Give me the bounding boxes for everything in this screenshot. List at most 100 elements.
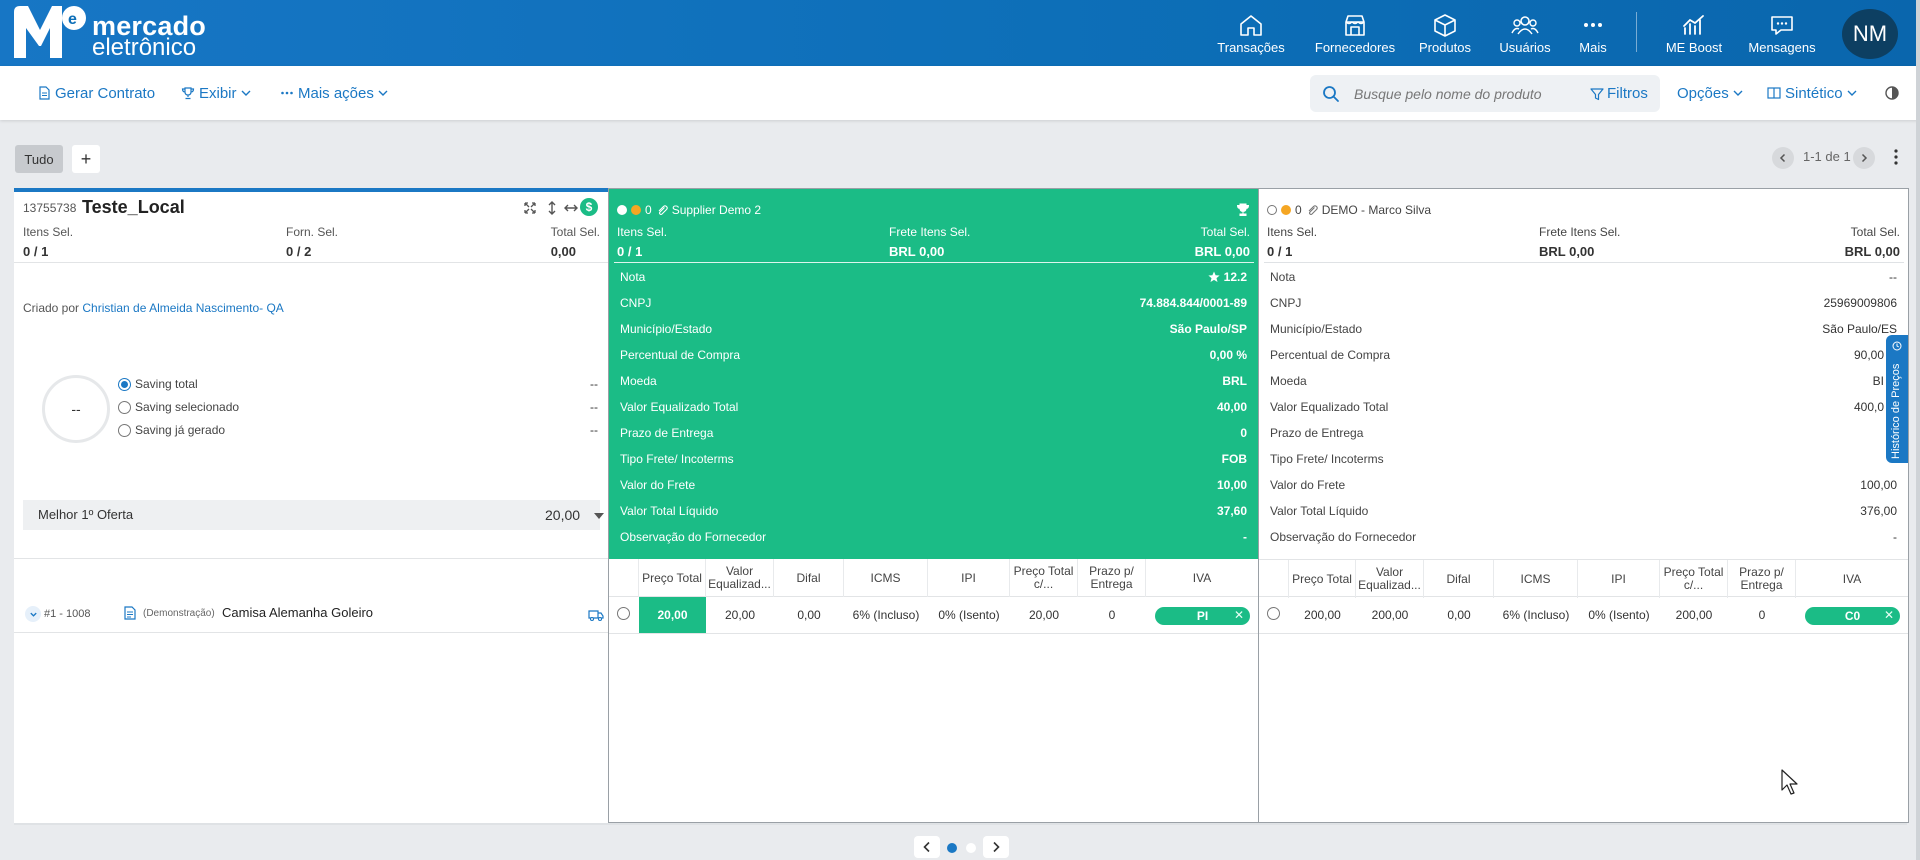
paperclip-icon[interactable] (1306, 204, 1318, 216)
column-header[interactable]: Preço Total c/... (1660, 560, 1728, 598)
chevron-down-icon (378, 90, 388, 96)
column-header[interactable]: Valor Equalizad... (706, 559, 774, 597)
row-select-radio[interactable] (1267, 607, 1280, 620)
nav-separator (1636, 12, 1637, 52)
close-icon[interactable]: ✕ (1234, 608, 1244, 622)
expand-row-icon[interactable] (25, 606, 41, 622)
nav-label: Produtos (1418, 39, 1472, 55)
column-header[interactable]: Valor Equalizad... (1356, 560, 1424, 598)
detail-row-valor-equalizado: Valor Equalizado Total 400,0 (1259, 394, 1908, 420)
detail-row-observacao: Observação do Fornecedor - (1259, 524, 1908, 550)
kebab-menu-icon[interactable] (1893, 147, 1899, 167)
carousel-dot-active[interactable] (947, 843, 957, 853)
column-header[interactable]: Difal (1424, 560, 1494, 598)
star-icon (1208, 271, 1220, 282)
iva-tag[interactable]: C0 ✕ (1805, 607, 1900, 625)
filtros-button[interactable]: Filtros (1590, 75, 1648, 112)
nav-mais[interactable]: Mais (1549, 0, 1637, 66)
row-select-radio[interactable] (617, 607, 630, 620)
saving-option-total[interactable]: Saving total -- (118, 375, 598, 393)
divider (614, 262, 1254, 263)
detail-row-nota: Nota -- (1259, 264, 1908, 290)
nav-mensagens[interactable]: Mensagens (1738, 0, 1826, 66)
saving-option-selecionado[interactable]: Saving selecionado -- (118, 398, 598, 416)
chevron-down-icon (1847, 90, 1857, 96)
saving-option-value: -- (590, 423, 598, 437)
total-sel-label: Total Sel. (550, 225, 600, 239)
melhor-oferta-select[interactable]: Melhor 1º Oferta 20,00 (23, 500, 604, 530)
vertical-resize-icon[interactable] (544, 200, 560, 216)
columns-icon (1767, 87, 1781, 99)
column-header[interactable]: IPI (1578, 560, 1660, 598)
table-row: 200,00 200,00 0,00 6% (Incluso) 0% (Isen… (1259, 597, 1908, 634)
exibir-button[interactable]: Exibir (181, 66, 251, 120)
nav-label: Fornecedores (1314, 39, 1396, 55)
scrollbar[interactable] (1916, 0, 1920, 860)
dollar-icon[interactable]: $ (580, 198, 598, 216)
column-header[interactable]: ICMS (1494, 560, 1578, 598)
saving-total-radio[interactable] (118, 377, 131, 391)
sintetico-button[interactable]: Sintético (1767, 66, 1857, 120)
chevron-left-icon (923, 841, 930, 853)
preco-total-cell[interactable]: 200,00 (1289, 597, 1356, 633)
mais-acoes-button[interactable]: Mais ações (280, 66, 388, 120)
carousel-next-button[interactable] (983, 836, 1009, 858)
horizontal-resize-icon[interactable] (563, 200, 579, 216)
detail-value: 10,00 (1216, 478, 1247, 492)
tab-tudo[interactable]: Tudo (15, 145, 63, 173)
column-header[interactable]: Preço Total c/... (1010, 559, 1078, 597)
search-input[interactable] (1354, 83, 1544, 105)
saving-option-gerado[interactable]: Saving já gerado -- (118, 421, 598, 439)
iva-tag[interactable]: PI ✕ (1155, 607, 1250, 625)
search-box: Filtros (1310, 75, 1660, 112)
column-header-line: Entrega (1740, 578, 1783, 592)
itens-sel-value: 0 / 1 (23, 244, 49, 259)
next-page-button[interactable] (1853, 147, 1875, 169)
column-header[interactable]: IPI (928, 559, 1010, 597)
column-header[interactable]: IVA (1796, 560, 1908, 598)
detail-value: FOB (1221, 452, 1247, 466)
opcoes-button[interactable]: Opções (1677, 66, 1743, 120)
column-header[interactable]: Preço Total (639, 559, 706, 597)
gerar-contrato-button[interactable]: Gerar Contrato (37, 66, 155, 120)
nav-me-boost[interactable]: ME Boost (1650, 0, 1738, 66)
supplier-name[interactable]: Supplier Demo 2 (672, 203, 761, 217)
caret-down-icon (594, 513, 604, 519)
supplier-name[interactable]: DEMO - Marco Silva (1322, 203, 1431, 217)
top-navbar: e mercado eletrônico Transações Forneced… (0, 0, 1920, 66)
item-name[interactable]: Camisa Alemanha Goleiro (222, 605, 373, 620)
nav-label: Mais (1579, 39, 1607, 55)
nav-fornecedores[interactable]: Fornecedores (1307, 0, 1403, 66)
nav-produtos[interactable]: Produtos (1401, 0, 1489, 66)
column-header[interactable]: Preço Total (1289, 560, 1356, 598)
truck-icon[interactable] (588, 608, 604, 622)
detail-row-municipio: Município/Estado São Paulo/ES (1259, 316, 1908, 342)
detail-value: 74.884.844/0001-89 (1139, 296, 1247, 310)
carousel-prev-button[interactable] (914, 836, 940, 858)
iva-tag-label: PI (1196, 609, 1209, 623)
column-header[interactable]: ICMS (844, 559, 928, 597)
preco-total-cell[interactable]: 20,00 (639, 597, 706, 633)
document-icon[interactable] (124, 606, 136, 620)
historico-precos-tab[interactable]: Histórico de Preços (1886, 335, 1908, 463)
created-by-link[interactable]: Christian de Almeida Nascimento- QA (82, 301, 283, 315)
add-tab-button[interactable]: + (72, 145, 100, 173)
column-header[interactable]: IVA (1146, 559, 1258, 597)
close-icon[interactable]: ✕ (1884, 608, 1894, 622)
avatar[interactable]: NM (1842, 9, 1898, 59)
prev-page-button[interactable] (1772, 147, 1794, 169)
expand-icon[interactable] (522, 200, 538, 216)
panel-accent-bar (14, 188, 608, 192)
contrast-icon[interactable] (1884, 85, 1900, 101)
carousel-dot[interactable] (966, 843, 976, 853)
saving-selecionado-radio[interactable] (118, 400, 131, 414)
supplier-title-row: 0 DEMO - Marco Silva (1267, 203, 1431, 217)
column-header[interactable]: Prazo p/Entrega (1728, 560, 1796, 598)
column-header[interactable]: Prazo p/Entrega (1078, 559, 1146, 597)
logo-mark[interactable]: e (14, 6, 86, 58)
melhor-oferta-value: 20,00 (545, 507, 581, 523)
column-header[interactable]: Difal (774, 559, 844, 597)
nav-transacoes[interactable]: Transações (1207, 0, 1295, 66)
saving-gerado-radio[interactable] (118, 423, 131, 437)
paperclip-icon[interactable] (656, 204, 668, 216)
